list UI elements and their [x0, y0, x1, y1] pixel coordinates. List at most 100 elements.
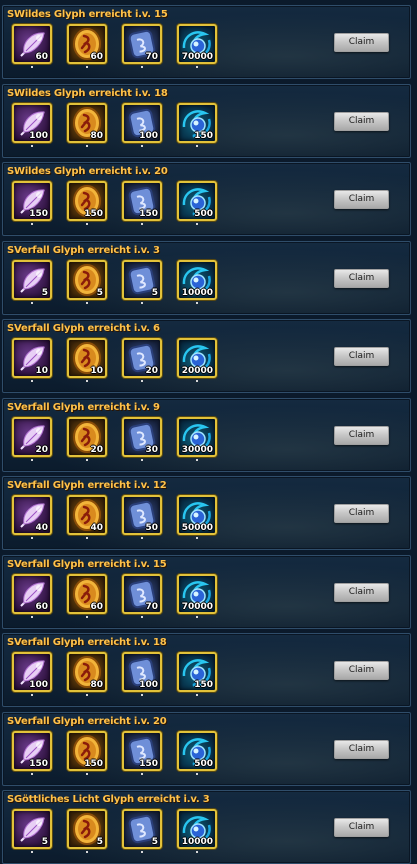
claim-button[interactable]: Claim	[334, 583, 389, 602]
reward-quantity: 30	[145, 445, 158, 455]
slot-indicator-dot	[86, 773, 88, 775]
reward-quantity: 5	[41, 837, 48, 847]
slot-indicator-dot	[86, 380, 88, 382]
reward-orb-slot[interactable]: 20000	[177, 338, 217, 378]
reward-feather-slot[interactable]: 20	[12, 417, 52, 457]
reward-scroll-slot[interactable]: 20	[122, 338, 162, 378]
reward-feather-slot[interactable]: 150	[12, 181, 52, 221]
slot-indicator-dot	[86, 616, 88, 618]
reward-quantity: 70	[145, 602, 158, 612]
reward-rune-slot[interactable]: 5	[67, 809, 107, 849]
claim-button[interactable]: Claim	[334, 426, 389, 445]
reward-quantity: 10	[90, 366, 103, 376]
reward-scroll-slot[interactable]: 70	[122, 574, 162, 614]
reward-orb-slot[interactable]: 500	[177, 731, 217, 771]
reward-orb-slot[interactable]: 30000	[177, 417, 217, 457]
achievement-list: SWildes Glyph erreicht i.v. 15 60 60 70 7000…	[0, 0, 417, 864]
achievement-row: SVerfall Glyph erreicht i.v. 6 10 10 20 2000…	[2, 319, 411, 393]
claim-button[interactable]: Claim	[334, 347, 389, 366]
slot-indicator-dot	[141, 616, 143, 618]
reward-scroll-slot[interactable]: 150	[122, 731, 162, 771]
reward-quantity: 70000	[181, 52, 213, 62]
reward-quantity: 150	[194, 131, 213, 141]
claim-button[interactable]: Claim	[334, 269, 389, 288]
slot-indicator-dot	[31, 380, 33, 382]
slot-indicator-dot	[141, 773, 143, 775]
reward-quantity: 20000	[181, 366, 213, 376]
slot-indicator-dot	[31, 773, 33, 775]
reward-rune-slot[interactable]: 5	[67, 260, 107, 300]
reward-quantity: 80	[90, 680, 103, 690]
reward-feather-slot[interactable]: 5	[12, 260, 52, 300]
slot-indicator-dot	[196, 302, 198, 304]
reward-feather-slot[interactable]: 60	[12, 574, 52, 614]
reward-feather-slot[interactable]: 100	[12, 103, 52, 143]
reward-scroll-slot[interactable]: 150	[122, 181, 162, 221]
claim-button[interactable]: Claim	[334, 818, 389, 837]
slot-indicator-dot	[86, 459, 88, 461]
slot-indicator-dot	[141, 223, 143, 225]
achievement-title: SVerfall Glyph erreicht i.v. 6	[7, 323, 160, 334]
achievement-title: SWildes Glyph erreicht i.v. 18	[7, 88, 168, 99]
claim-button[interactable]: Claim	[334, 33, 389, 52]
reward-quantity: 50000	[181, 523, 213, 533]
reward-quantity: 150	[29, 209, 48, 219]
claim-button[interactable]: Claim	[334, 740, 389, 759]
slot-indicator-dot	[86, 537, 88, 539]
reward-rune-slot[interactable]: 40	[67, 495, 107, 535]
reward-orb-slot[interactable]: 70000	[177, 574, 217, 614]
reward-scroll-slot[interactable]: 100	[122, 103, 162, 143]
reward-rune-slot[interactable]: 150	[67, 181, 107, 221]
slot-indicator-dot	[141, 302, 143, 304]
reward-feather-slot[interactable]: 100	[12, 652, 52, 692]
reward-rune-slot[interactable]: 10	[67, 338, 107, 378]
achievement-row: SVerfall Glyph erreicht i.v. 18 100 80 100 1…	[2, 633, 411, 707]
reward-feather-slot[interactable]: 60	[12, 24, 52, 64]
reward-scroll-slot[interactable]: 30	[122, 417, 162, 457]
reward-quantity: 40	[35, 523, 48, 533]
reward-orb-slot[interactable]: 70000	[177, 24, 217, 64]
slot-indicator-dot	[196, 223, 198, 225]
claim-button[interactable]: Claim	[334, 661, 389, 680]
reward-rune-slot[interactable]: 150	[67, 731, 107, 771]
reward-rune-slot[interactable]: 80	[67, 103, 107, 143]
reward-orb-slot[interactable]: 10000	[177, 809, 217, 849]
slot-indicator-dot	[141, 851, 143, 853]
reward-quantity: 80	[90, 131, 103, 141]
reward-rune-slot[interactable]: 60	[67, 24, 107, 64]
reward-orb-slot[interactable]: 150	[177, 652, 217, 692]
reward-scroll-slot[interactable]: 50	[122, 495, 162, 535]
reward-orb-slot[interactable]: 10000	[177, 260, 217, 300]
reward-scroll-slot[interactable]: 5	[122, 809, 162, 849]
slot-indicator-dot	[196, 145, 198, 147]
reward-quantity: 100	[29, 680, 48, 690]
slot-indicator-dot	[141, 380, 143, 382]
reward-feather-slot[interactable]: 10	[12, 338, 52, 378]
reward-scroll-slot[interactable]: 5	[122, 260, 162, 300]
claim-button[interactable]: Claim	[334, 504, 389, 523]
achievement-row: SWildes Glyph erreicht i.v. 15 60 60 70 7000…	[2, 5, 411, 79]
reward-feather-slot[interactable]: 150	[12, 731, 52, 771]
reward-rune-slot[interactable]: 20	[67, 417, 107, 457]
reward-rune-slot[interactable]: 80	[67, 652, 107, 692]
reward-quantity: 5	[96, 288, 103, 298]
reward-orb-slot[interactable]: 50000	[177, 495, 217, 535]
reward-orb-slot[interactable]: 500	[177, 181, 217, 221]
slot-indicator-dot	[196, 66, 198, 68]
reward-quantity: 40	[90, 523, 103, 533]
reward-quantity: 10000	[181, 837, 213, 847]
reward-quantity: 150	[194, 680, 213, 690]
reward-scroll-slot[interactable]: 100	[122, 652, 162, 692]
achievement-row: SVerfall Glyph erreicht i.v. 20 150 150 150…	[2, 712, 411, 786]
claim-button[interactable]: Claim	[334, 190, 389, 209]
reward-rune-slot[interactable]: 60	[67, 574, 107, 614]
reward-quantity: 100	[139, 680, 158, 690]
achievement-title: SWildes Glyph erreicht i.v. 20	[7, 166, 168, 177]
reward-orb-slot[interactable]: 150	[177, 103, 217, 143]
reward-quantity: 150	[139, 209, 158, 219]
claim-button[interactable]: Claim	[334, 112, 389, 131]
slot-indicator-dot	[141, 145, 143, 147]
reward-feather-slot[interactable]: 40	[12, 495, 52, 535]
reward-scroll-slot[interactable]: 70	[122, 24, 162, 64]
reward-feather-slot[interactable]: 5	[12, 809, 52, 849]
